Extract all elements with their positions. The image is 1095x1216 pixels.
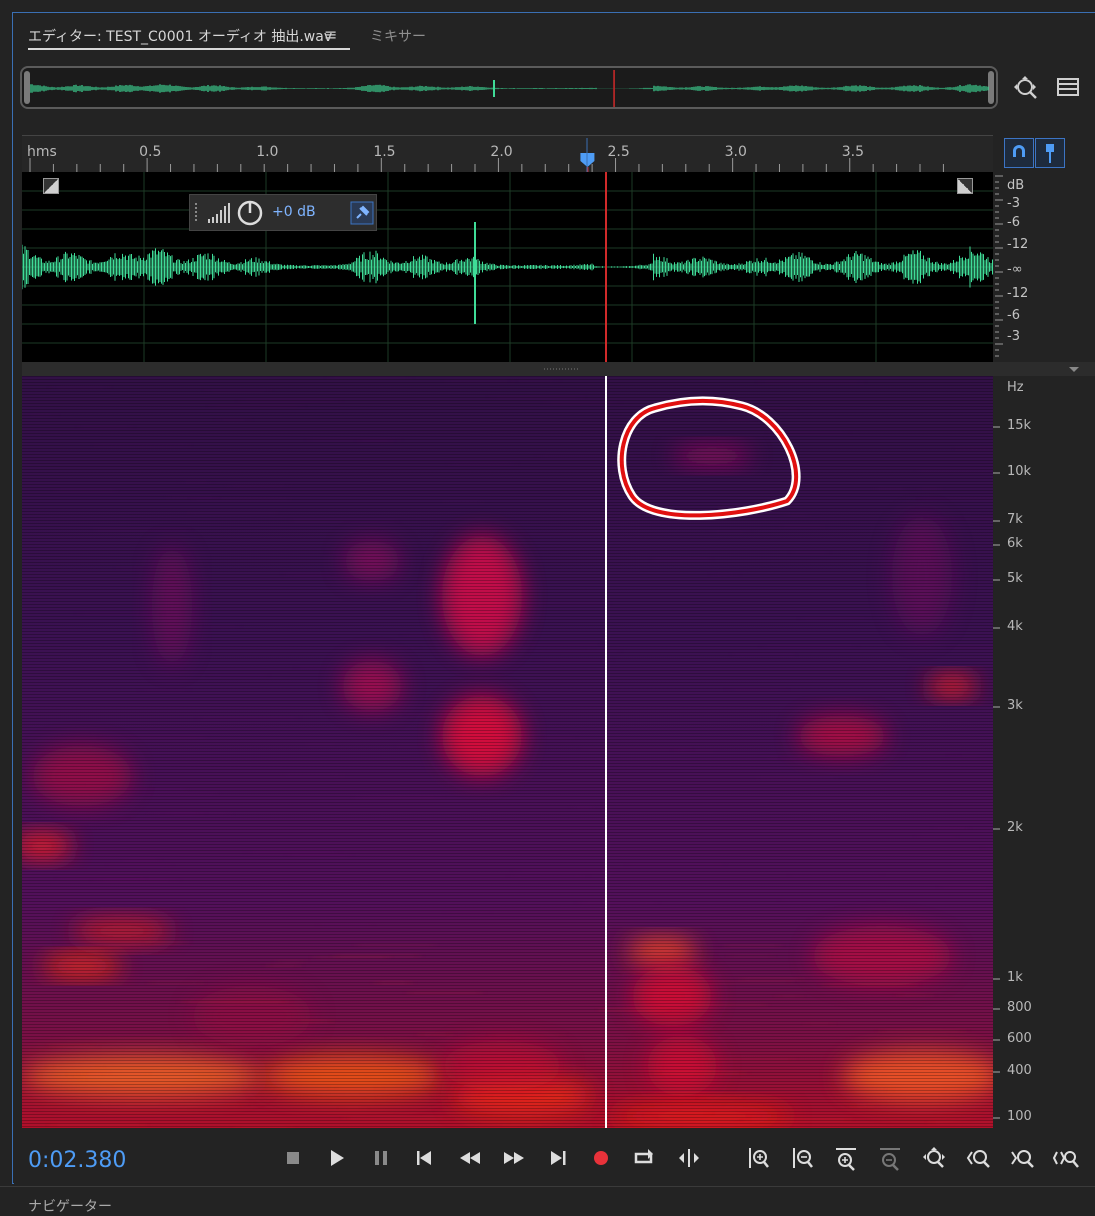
hz-scale-label: 800	[1007, 1000, 1032, 1015]
level-meter-icon	[195, 203, 230, 223]
tab-bar: エディター: TEST_C0001 オーディオ 抽出.wav ≡ ミキサー	[14, 14, 1095, 54]
view-divider[interactable]	[22, 362, 1095, 376]
ruler-tick-label: 3.0	[724, 144, 747, 160]
zoom-in-left-icon[interactable]	[964, 1144, 992, 1172]
db-scale-label: -6	[1007, 308, 1020, 323]
hud-gain-value[interactable]: +0 dB	[272, 204, 316, 220]
timecode-display[interactable]: 0:02.380	[28, 1148, 126, 1173]
play-icon[interactable]	[322, 1144, 350, 1172]
zoom-navigator-icon[interactable]	[1011, 74, 1041, 104]
zoom-out-time-icon[interactable]	[876, 1144, 904, 1172]
waveform-display[interactable]	[22, 172, 993, 362]
db-scale-label: dB	[1007, 178, 1025, 193]
amplitude-scale: dB -3 -6 -12 -∞ -12 -6 -3	[995, 172, 1055, 362]
db-scale-label: -12	[1007, 286, 1029, 301]
overview-navigator[interactable]	[20, 66, 998, 109]
ruler-tick-label: 1.5	[373, 144, 396, 160]
db-scale-label: -3	[1007, 196, 1020, 211]
hz-scale-label: 3k	[1007, 698, 1023, 713]
db-scale-label: -3	[1007, 329, 1020, 344]
db-scale-label: -6	[1007, 215, 1020, 230]
marker-pin-icon[interactable]	[1035, 138, 1065, 168]
rewind-icon[interactable]	[456, 1144, 484, 1172]
active-tab-indicator	[28, 48, 350, 50]
zoom-in-amplitude-icon[interactable]	[744, 1144, 772, 1172]
frequency-scale: Hz 15k 10k 7k 6k 5k 4k 3k 2k 1k 800 600 400 100	[993, 376, 1095, 1128]
time-ruler[interactable]: hms 0.5 1.0 1.5 2.0 2.5 3.0 3.5	[22, 135, 993, 173]
hz-scale-label: 100	[1007, 1109, 1032, 1124]
zoom-out-amplitude-icon[interactable]	[788, 1144, 816, 1172]
record-icon[interactable]	[587, 1144, 615, 1172]
go-to-start-icon[interactable]	[410, 1144, 438, 1172]
db-scale-label: -∞	[1007, 262, 1023, 277]
hz-scale-label: 15k	[1007, 418, 1032, 433]
ruler-unit: hms	[27, 144, 57, 160]
fade-out-handle[interactable]	[957, 178, 973, 194]
loop-icon[interactable]	[631, 1144, 659, 1172]
snap-magnet-icon[interactable]	[1004, 138, 1034, 168]
waveform-canvas	[22, 172, 993, 362]
overview-wave-path	[30, 84, 989, 93]
go-to-end-icon[interactable]	[544, 1144, 572, 1172]
bottom-panel-label[interactable]: ナビゲーター	[28, 1196, 112, 1216]
hz-scale-label: 7k	[1007, 512, 1023, 527]
db-scale-label: -12	[1007, 237, 1029, 252]
hz-scale-label: 4k	[1007, 619, 1023, 634]
ruler-tick-label: 2.0	[490, 144, 513, 160]
scroll-down-icon[interactable]	[1067, 365, 1081, 373]
hz-scale-label: 6k	[1007, 536, 1023, 551]
hz-unit-label: Hz	[1007, 380, 1024, 395]
fade-in-handle[interactable]	[43, 178, 59, 194]
ruler-tick-label: 2.5	[607, 144, 630, 160]
ruler-tick-label: 0.5	[139, 144, 162, 160]
zoom-selection-icon[interactable]	[1052, 1144, 1080, 1172]
hz-scale-label: 2k	[1007, 820, 1023, 835]
hz-scale-label: 1k	[1007, 970, 1023, 985]
zoom-out-full-icon[interactable]	[920, 1144, 948, 1172]
spectral-display[interactable]	[22, 376, 993, 1128]
volume-knob-icon[interactable]	[236, 199, 264, 227]
tab-mixer[interactable]: ミキサー	[370, 26, 426, 46]
hud-pin-icon[interactable]	[350, 201, 374, 225]
ruler-tick-label: 3.5	[841, 144, 864, 160]
zoom-in-right-icon[interactable]	[1008, 1144, 1036, 1172]
list-icon[interactable]	[1053, 74, 1083, 104]
transport-bar: 0:02.380	[14, 1130, 1095, 1184]
hz-scale-label: 600	[1007, 1031, 1032, 1046]
pause-icon[interactable]	[367, 1144, 395, 1172]
bottom-panel-strip	[0, 1186, 1095, 1210]
hz-scale-label: 10k	[1007, 464, 1032, 479]
hz-scale-label: 400	[1007, 1063, 1032, 1078]
tab-menu-icon[interactable]: ≡	[324, 25, 337, 44]
skip-selection-icon[interactable]	[675, 1144, 703, 1172]
tab-editor[interactable]: エディター: TEST_C0001 オーディオ 抽出.wav	[28, 26, 332, 46]
overview-waveform	[30, 70, 989, 107]
fast-forward-icon[interactable]	[500, 1144, 528, 1172]
stop-icon[interactable]	[279, 1144, 307, 1172]
hud-volume-control[interactable]: +0 dB	[189, 194, 377, 231]
hz-scale-label: 5k	[1007, 571, 1023, 586]
ruler-tick-label: 1.0	[256, 144, 279, 160]
spectrogram-canvas	[22, 376, 993, 1128]
zoom-in-time-icon[interactable]	[832, 1144, 860, 1172]
